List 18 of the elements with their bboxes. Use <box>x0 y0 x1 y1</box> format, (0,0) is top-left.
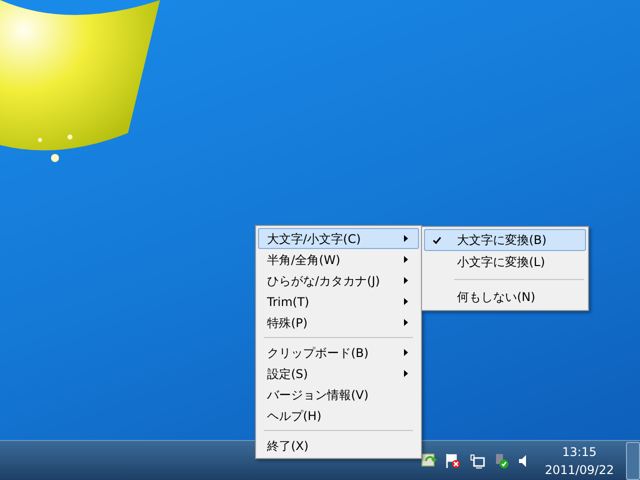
menu-item[interactable]: 半角/全角(W) <box>258 249 419 270</box>
menu-item[interactable]: 特殊(P) <box>258 312 419 333</box>
menu-item[interactable]: Trim(T) <box>258 291 419 312</box>
clock-time[interactable]: 13:15 <box>562 442 597 460</box>
menu-item[interactable]: 大文字/小文字(C) <box>258 228 419 249</box>
menu-item[interactable]: 小文字に変換(L) <box>424 251 586 273</box>
menu-item[interactable]: 終了(X) <box>258 435 419 456</box>
menu-item[interactable]: 設定(S) <box>258 363 419 384</box>
speaker-icon[interactable] <box>516 452 527 468</box>
menu-item[interactable]: クリップボード(B) <box>258 342 419 363</box>
menu-item[interactable]: バージョン情報(V) <box>258 384 419 405</box>
menu-item[interactable]: 何もしない(N) <box>424 286 586 308</box>
flag-error-icon[interactable] <box>444 452 461 468</box>
menu-item[interactable]: ひらがな/カタカナ(J) <box>258 270 419 291</box>
clock-date[interactable]: 2011/09/22 <box>544 460 614 478</box>
menu-item[interactable]: 大文字に変換(B) <box>424 229 586 251</box>
network-icon[interactable] <box>468 452 485 468</box>
menu-item[interactable]: ヘルプ(H) <box>258 405 419 426</box>
